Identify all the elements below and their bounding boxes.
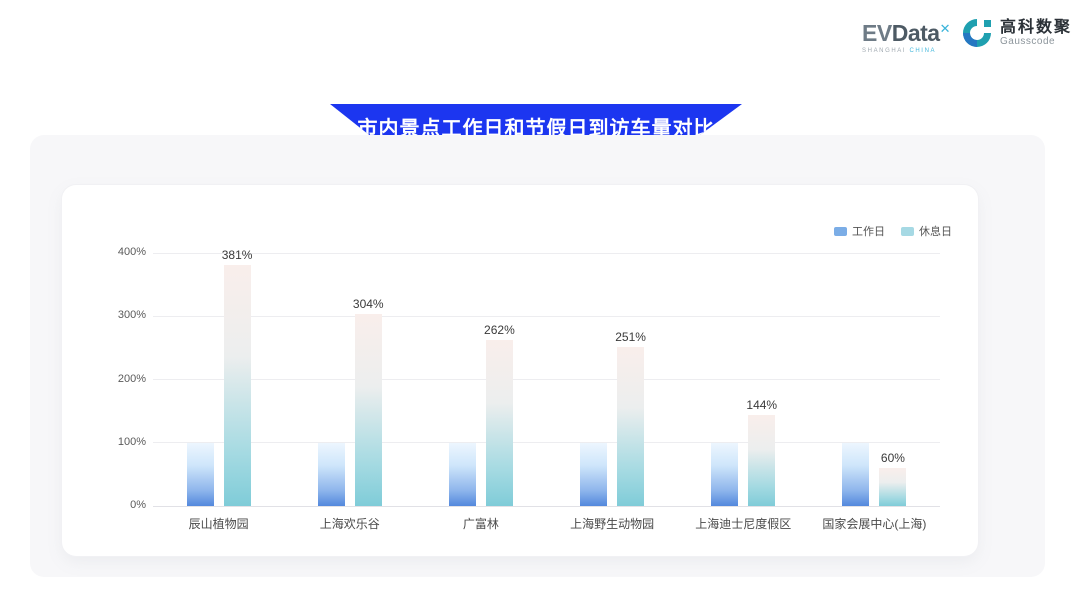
gausscode-name-en: Gausscode	[1000, 36, 1072, 47]
evdata-logo: EVData✕ SHANGHAI CHINA	[862, 16, 950, 54]
header-logos: EVData✕ SHANGHAI CHINA 高科数聚 Gausscode	[862, 16, 1072, 54]
evdata-x-mark: ✕	[940, 21, 950, 36]
gridline-400%	[153, 253, 940, 254]
y-tick-label: 300%	[62, 309, 146, 321]
bar-休息日-上海野生动物园	[617, 347, 644, 506]
bar-休息日-辰山植物园	[224, 265, 251, 506]
bar-value-label: 60%	[861, 451, 925, 465]
y-tick-label: 200%	[62, 373, 146, 385]
legend-swatch	[834, 227, 847, 236]
y-tick-label: 400%	[62, 246, 146, 258]
legend-swatch	[901, 227, 914, 236]
x-category-label: 上海野生动物园	[547, 515, 678, 532]
legend-item-休息日[interactable]: 休息日	[901, 223, 952, 239]
bar-工作日-上海欢乐谷	[318, 443, 345, 506]
bar-value-label: 381%	[205, 248, 269, 262]
bar-休息日-上海迪士尼度假区	[748, 415, 775, 506]
gausscode-logo: 高科数聚 Gausscode	[960, 16, 1072, 50]
gridline-200%	[153, 379, 940, 380]
chart-legend: 工作日 休息日	[834, 223, 952, 239]
bar-value-label: 251%	[599, 330, 663, 344]
x-category-label: 上海欢乐谷	[284, 515, 415, 532]
evdata-subtext: SHANGHAI CHINA	[862, 48, 936, 54]
x-category-label: 辰山植物园	[153, 515, 284, 532]
gridline-300%	[153, 316, 940, 317]
bar-chart: 工作日 休息日 0% 100% 200% 300% 400% 381% 辰山植物园 304% 上海…	[62, 185, 978, 556]
y-tick-label: 100%	[62, 436, 146, 448]
bar-value-label: 262%	[467, 323, 531, 337]
chart-card: 工作日 休息日 0% 100% 200% 300% 400% 381% 辰山植物园 304% 上海…	[62, 185, 978, 556]
bar-工作日-辰山植物园	[187, 443, 214, 506]
legend-label: 休息日	[919, 223, 952, 239]
bar-工作日-上海野生动物园	[580, 443, 607, 506]
gausscode-g-icon	[960, 16, 994, 50]
legend-item-工作日[interactable]: 工作日	[834, 223, 885, 239]
bar-value-label: 144%	[730, 398, 794, 412]
bar-value-label: 304%	[336, 297, 400, 311]
bar-工作日-上海迪士尼度假区	[711, 443, 738, 506]
y-tick-label: 0%	[62, 499, 146, 511]
bar-休息日-广富林	[486, 340, 513, 506]
gridline-100%	[153, 442, 940, 443]
gausscode-name-cn: 高科数聚	[1000, 19, 1072, 37]
x-category-label: 国家会展中心(上海)	[809, 515, 940, 532]
bar-工作日-广富林	[449, 443, 476, 506]
bar-休息日-上海欢乐谷	[355, 314, 382, 506]
gridline-0%	[153, 506, 940, 507]
x-category-label: 广富林	[415, 515, 546, 532]
bar-休息日-国家会展中心(上海)	[879, 468, 906, 506]
evdata-wordmark: EVData✕	[862, 22, 950, 45]
x-category-label: 上海迪士尼度假区	[678, 515, 809, 532]
legend-label: 工作日	[852, 223, 885, 239]
